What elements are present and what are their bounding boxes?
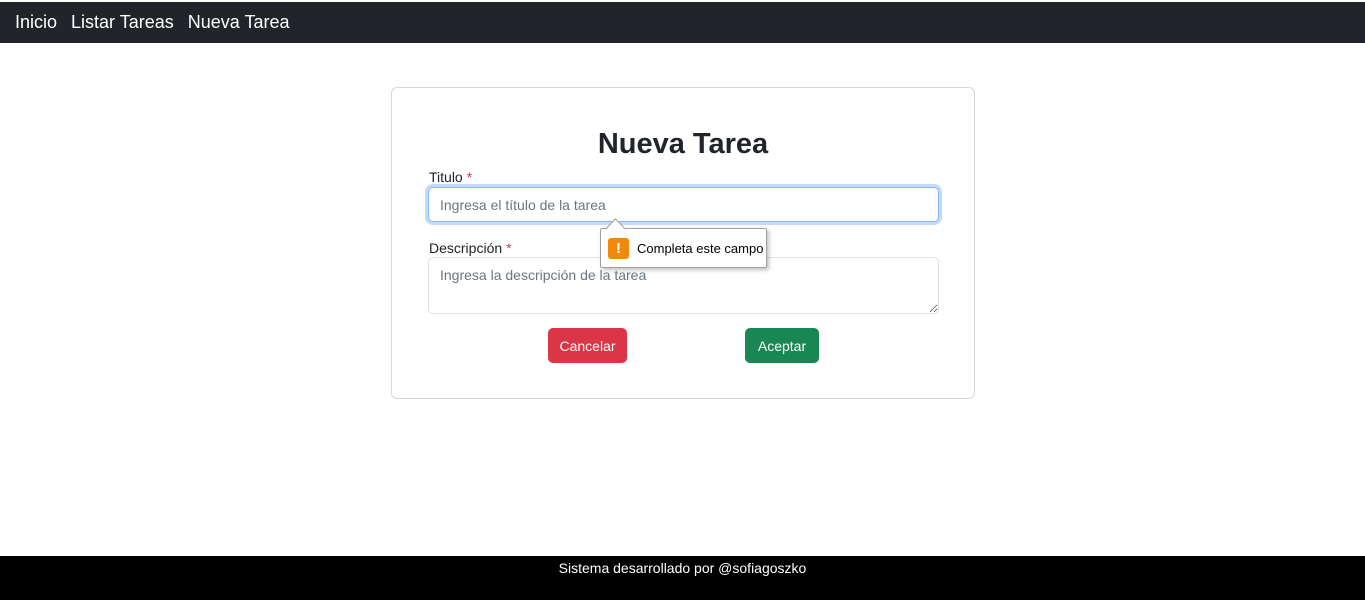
title-required-marker: * <box>466 169 473 185</box>
validation-tooltip: ! Completa este campo <box>600 228 767 268</box>
page-title: Nueva Tarea <box>597 128 769 160</box>
title-label-text: Titulo <box>429 169 463 185</box>
footer-text: Sistema desarrollado por @sofiagoszko <box>558 560 807 576</box>
nav-link-listar-tareas[interactable]: Listar Tareas <box>71 12 174 33</box>
validation-message: Completa este campo <box>637 240 764 256</box>
nav-link-nueva-tarea[interactable]: Nueva Tarea <box>188 12 290 33</box>
top-navbar: Inicio Listar Tareas Nueva Tarea <box>0 2 1365 43</box>
nav-link-inicio[interactable]: Inicio <box>15 12 57 33</box>
title-input[interactable] <box>428 187 939 222</box>
cancel-button[interactable]: Cancelar <box>548 328 627 363</box>
title-field-label: Titulo * <box>429 169 472 185</box>
warning-icon: ! <box>608 237 629 259</box>
accept-button[interactable]: Aceptar <box>745 328 819 363</box>
description-required-marker: * <box>506 240 512 256</box>
description-label-text: Descripción <box>429 240 503 256</box>
footer: Sistema desarrollado por @sofiagoszko <box>0 556 1365 600</box>
description-field-label: Descripción * <box>429 240 512 256</box>
